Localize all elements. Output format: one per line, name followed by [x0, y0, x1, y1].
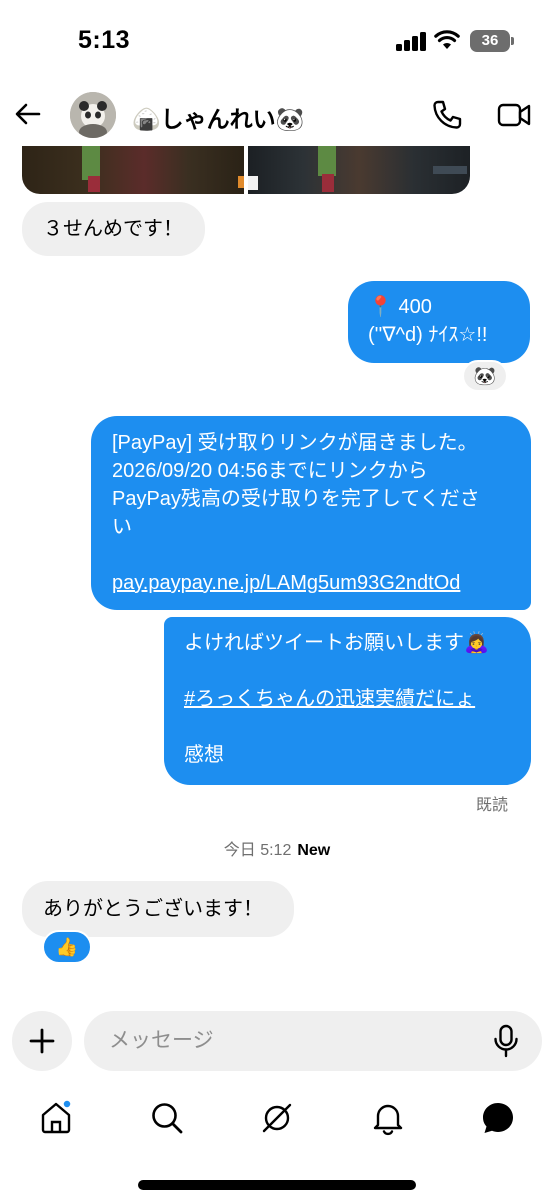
message-line: よければツイートお願いします🙇‍♀️ — [184, 632, 489, 654]
message-line: 感想 — [184, 744, 224, 766]
paypay-link[interactable]: pay.paypay.ne.jp/LAMg5um93G2ndtOd — [112, 569, 510, 597]
message-reaction[interactable]: 👍 — [42, 930, 92, 964]
plus-icon[interactable] — [12, 1011, 72, 1071]
home-icon[interactable] — [38, 1100, 74, 1136]
time-divider: 今日 5:12 New — [0, 836, 554, 860]
cellular-signal-icon — [396, 31, 428, 51]
battery-nub — [511, 37, 514, 45]
microphone-icon[interactable] — [492, 1024, 520, 1058]
wifi-icon — [434, 29, 460, 51]
chat-title[interactable]: 🍙しゃんれい🐼 — [132, 100, 304, 134]
outgoing-message[interactable]: 📍 400 (''∇^d) ﾅｲｽ☆!! — [348, 281, 530, 363]
message-line: (''∇^d) ﾅｲｽ☆!! — [368, 324, 488, 346]
battery-indicator: 36 — [470, 30, 510, 52]
message-line: 📍 400 — [368, 296, 432, 318]
messages-icon[interactable] — [480, 1100, 516, 1136]
new-label: New — [297, 842, 331, 859]
outgoing-message[interactable]: [PayPay] 受け取りリンクが届きました。 2026/09/20 04:56… — [91, 416, 531, 610]
status-time: 5:13 — [78, 26, 131, 54]
home-indicator — [138, 1180, 416, 1190]
read-receipt: 既読 — [476, 797, 509, 814]
bottom-nav — [0, 1090, 554, 1146]
hashtag-link[interactable]: #ろっくちゃんの迅速実績だにょ — [184, 685, 511, 713]
phone-icon[interactable] — [430, 98, 464, 132]
status-bar: 5:13 36 — [0, 0, 554, 84]
bell-icon[interactable] — [370, 1100, 406, 1136]
incoming-message[interactable]: ３せんめです！ — [22, 202, 205, 256]
avatar[interactable] — [70, 92, 116, 138]
message-line: [PayPay] 受け取りリンクが届きました。 — [112, 432, 478, 454]
incoming-message[interactable]: ありがとうございます！ — [22, 881, 294, 937]
message-line: PayPay残高の受け取りを完了してくださ — [112, 488, 480, 510]
explore-icon[interactable] — [259, 1100, 295, 1136]
chat-header: 🍙しゃんれい🐼 — [0, 84, 554, 146]
message-line: い — [112, 516, 132, 538]
arrow-left-icon[interactable] — [14, 100, 42, 128]
search-icon[interactable] — [149, 1100, 185, 1136]
divider-time: 今日 5:12 — [223, 842, 292, 859]
message-reaction[interactable]: 🐼 — [462, 360, 508, 392]
message-input[interactable] — [84, 1011, 542, 1071]
outgoing-message[interactable]: よければツイートお願いします🙇‍♀️ #ろっくちゃんの迅速実績だにょ 感想 — [164, 617, 531, 785]
shared-photo[interactable] — [248, 146, 470, 194]
video-camera-icon[interactable] — [496, 98, 532, 132]
shared-photo[interactable] — [22, 146, 244, 194]
message-line: 2026/09/20 04:56までにリンクから — [112, 460, 428, 482]
